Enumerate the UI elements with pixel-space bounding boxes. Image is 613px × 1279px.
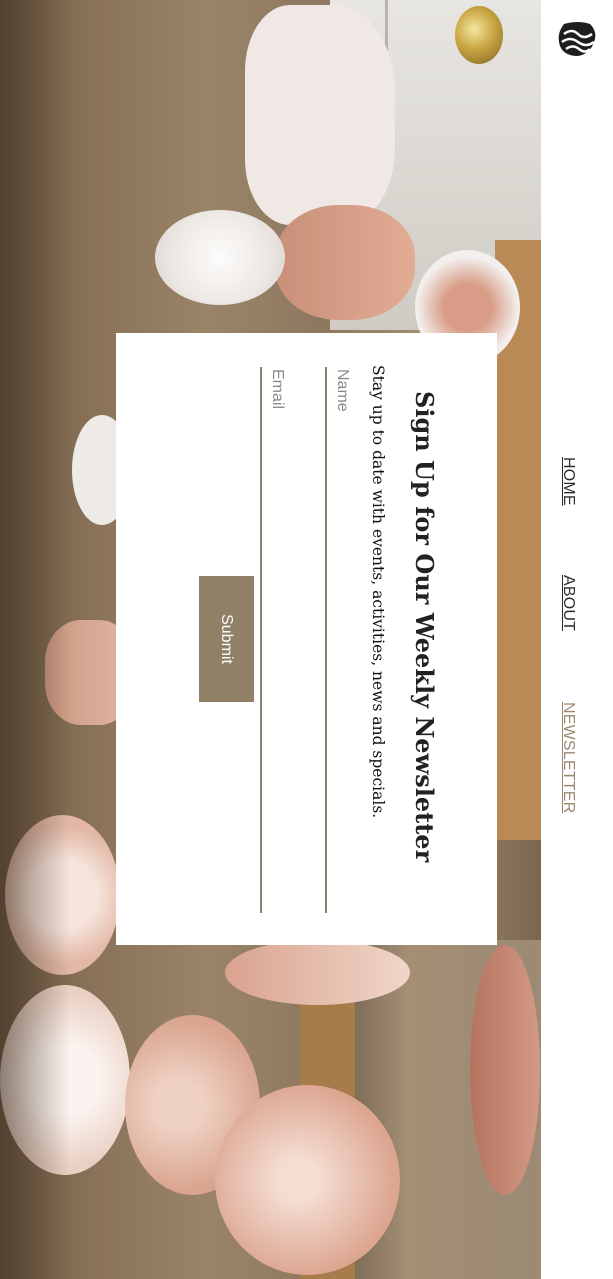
- newsletter-form: Sign Up for Our Weekly Newsletter Stay u…: [116, 333, 497, 945]
- email-field: [260, 367, 292, 913]
- pot-pottery: [275, 205, 415, 320]
- name-input[interactable]: [325, 367, 357, 913]
- newsletter-card: Sign Up for Our Weekly Newsletter Stay u…: [116, 333, 497, 945]
- platter-pottery: [470, 945, 540, 1195]
- name-field: [325, 367, 357, 913]
- door-knob: [455, 6, 503, 64]
- vase-pottery: [155, 210, 285, 305]
- email-input[interactable]: [260, 367, 292, 913]
- newsletter-title: Sign Up for Our Weekly Newsletter: [410, 391, 439, 863]
- nav-home-link[interactable]: HOME: [559, 457, 577, 506]
- nav-newsletter-link[interactable]: NEWSLETTER: [559, 702, 577, 813]
- side-navigation: [541, 0, 613, 1279]
- newsletter-subtitle: Stay up to date with events, activities,…: [369, 365, 387, 819]
- bowl-stack-pottery: [225, 940, 410, 1005]
- submit-button[interactable]: Submit: [199, 576, 254, 702]
- nav-about-link[interactable]: ABOUT: [559, 575, 577, 631]
- plate-pottery: [245, 5, 395, 225]
- shadow-overlay: [0, 0, 70, 1279]
- wave-logo-icon[interactable]: [556, 20, 600, 60]
- birdhouse-pottery-2: [215, 1085, 400, 1275]
